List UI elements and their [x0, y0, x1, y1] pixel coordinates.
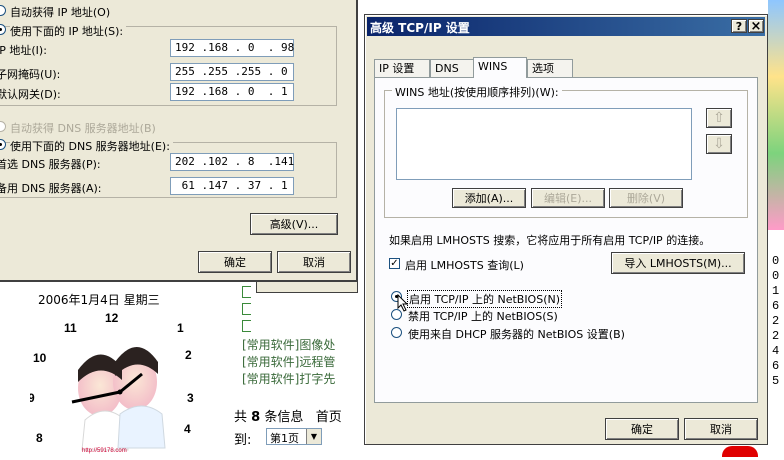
clock-face: 11 12 1 2 3 4 8 9 10 http://59178.com — [28, 311, 194, 460]
digit: 0 — [772, 254, 780, 268]
digit: 2 — [772, 314, 780, 328]
clock-num-8: 8 — [36, 431, 43, 445]
wins-tab-panel: WINS 地址(按使用顺序排列)(W): ⇧ ⇩ 添加(A)... 编辑(E).… — [374, 77, 758, 403]
auto-dns-label: 自动获得 DNS 服务器地址(B) — [10, 122, 156, 135]
tab-ip-settings[interactable]: IP 设置 — [374, 59, 430, 77]
netbios-dhcp-label: 使用来自 DHCP 服务器的 NetBIOS 设置(B) — [408, 328, 625, 341]
tab-options[interactable]: 选项 — [527, 59, 573, 77]
advanced-button[interactable]: 高级(V)... — [250, 213, 338, 235]
list-item[interactable]: [常用软件]打字先 — [242, 370, 335, 387]
list-bracket — [242, 286, 251, 298]
preferred-dns-field[interactable]: 202 .102 . 8 .141 — [170, 153, 294, 171]
title-bar[interactable]: 高级 TCP/IP 设置 ? × — [367, 17, 765, 36]
software-list: [常用软件]图像处 [常用软件]远程管 [常用软件]打字先 — [242, 286, 370, 386]
clock-widget: 11 12 1 2 3 4 8 9 10 http://59178.com — [28, 310, 200, 460]
move-up-button[interactable]: ⇧ — [706, 108, 732, 128]
arrow-down-icon: ⇩ — [713, 136, 725, 152]
netbios-dhcp-radio[interactable] — [391, 327, 402, 338]
page-select-value: 第1页 — [270, 432, 299, 445]
digit: 4 — [772, 344, 780, 358]
right-digits: 0 0 1 6 2 2 4 6 5 — [772, 254, 784, 389]
total-count: 8 — [251, 410, 261, 425]
subnet-mask-field[interactable]: 255 .255 .255 . 0 — [170, 63, 294, 81]
pagination: 共 8 条信息 首页 — [234, 406, 342, 425]
manual-dns-label: 使用下面的 DNS 服务器地址(E): — [10, 138, 173, 154]
decor-strip — [768, 0, 784, 230]
advanced-tcpip-dialog: 高级 TCP/IP 设置 ? × IP 设置 DNS WINS 选项 WINS … — [364, 14, 768, 445]
wins-address-list[interactable] — [396, 108, 692, 180]
list-bracket — [242, 320, 251, 332]
clock-num-3: 3 — [187, 391, 194, 405]
total-suffix: 条信息 — [264, 410, 304, 425]
clock-num-10: 10 — [33, 351, 47, 365]
wins-group-label: WINS 地址(按使用顺序排列)(W): — [392, 84, 562, 100]
alternate-dns-field[interactable]: 61 .147 . 37 . 1 — [170, 177, 294, 195]
close-button[interactable]: × — [748, 19, 764, 34]
alternate-dns-label: 备用 DNS 服务器(A): — [0, 182, 102, 195]
import-lmhosts-button[interactable]: 导入 LMHOSTS(M)... — [611, 252, 745, 274]
digit: 0 — [772, 269, 780, 283]
total-prefix: 共 — [234, 410, 248, 425]
mouse-cursor-icon — [397, 294, 409, 312]
auto-ip-label: 自动获得 IP 地址(O) — [10, 6, 111, 19]
edit-button[interactable]: 编辑(E)... — [531, 188, 605, 208]
adv-cancel-button[interactable]: 取消 — [684, 418, 758, 440]
ip-address-label: IP 地址(I): — [0, 44, 47, 57]
clock-num-9: 9 — [30, 391, 35, 405]
netbios-disable-label: 禁用 TCP/IP 上的 NetBIOS(S) — [408, 310, 558, 323]
dialog-title: 高级 TCP/IP 设置 — [370, 21, 470, 35]
manual-ip-label: 使用下面的 IP 地址(S): — [10, 23, 127, 39]
goto-label: 到: — [234, 433, 252, 448]
tab-dns[interactable]: DNS — [430, 59, 474, 77]
heart-decoration-icon — [722, 446, 758, 457]
clock-num-4: 4 — [184, 422, 191, 436]
help-button[interactable]: ? — [731, 19, 747, 33]
lmhosts-check-label: 启用 LMHOSTS 查询(L) — [405, 259, 524, 272]
digit: 2 — [772, 329, 780, 343]
netbios-enable-label: 启用 TCP/IP 上的 NetBIOS(N) — [407, 290, 563, 308]
tab-wins[interactable]: WINS — [473, 57, 527, 78]
clock-num-2: 2 — [185, 348, 192, 362]
lmhosts-note: 如果启用 LMHOSTS 搜索，它将应用于所有启用 TCP/IP 的连接。 — [389, 234, 711, 247]
subnet-mask-label: 子网掩码(U): — [0, 68, 61, 81]
page-select[interactable]: 第1页 ▼ — [266, 428, 322, 445]
list-bracket — [242, 303, 251, 315]
ip-address-field[interactable]: 192 .168 . 0 . 98 — [170, 39, 294, 57]
arrow-up-icon: ⇧ — [713, 110, 725, 126]
ok-button[interactable]: 确定 — [198, 251, 272, 273]
page-date: 2006年1月4日 星期三 — [38, 293, 160, 307]
digit: 6 — [772, 299, 780, 313]
list-item[interactable]: [常用软件]远程管 — [242, 353, 335, 370]
auto-ip-radio[interactable] — [0, 5, 6, 16]
adv-ok-button[interactable]: 确定 — [605, 418, 679, 440]
clock-num-11: 11 — [64, 321, 77, 335]
clock-num-12: 12 — [105, 311, 119, 325]
clock-num-1: 1 — [177, 321, 184, 335]
auto-dns-radio[interactable] — [0, 121, 6, 132]
move-down-button[interactable]: ⇩ — [706, 134, 732, 154]
digit: 6 — [772, 359, 780, 373]
first-page-link[interactable]: 首页 — [316, 410, 342, 425]
digit: 5 — [772, 374, 780, 388]
list-item[interactable]: [常用软件]图像处 — [242, 336, 335, 353]
gateway-label: 默认网关(D): — [0, 88, 61, 101]
digit: 1 — [772, 284, 780, 298]
tcpip-properties-dialog: 自动获得 IP 地址(O) 使用下面的 IP 地址(S): IP 地址(I): … — [0, 0, 358, 282]
preferred-dns-label: 首选 DNS 服务器(P): — [0, 158, 101, 171]
add-button[interactable]: 添加(A)... — [452, 188, 526, 208]
delete-button[interactable]: 删除(V) — [609, 188, 683, 208]
lmhosts-checkbox[interactable]: ✓ — [389, 258, 400, 269]
clock-url: http://59178.com — [82, 448, 127, 454]
cancel-button[interactable]: 取消 — [277, 251, 351, 273]
gateway-field[interactable]: 192 .168 . 0 . 1 — [170, 83, 294, 101]
chevron-down-icon: ▼ — [306, 429, 321, 444]
